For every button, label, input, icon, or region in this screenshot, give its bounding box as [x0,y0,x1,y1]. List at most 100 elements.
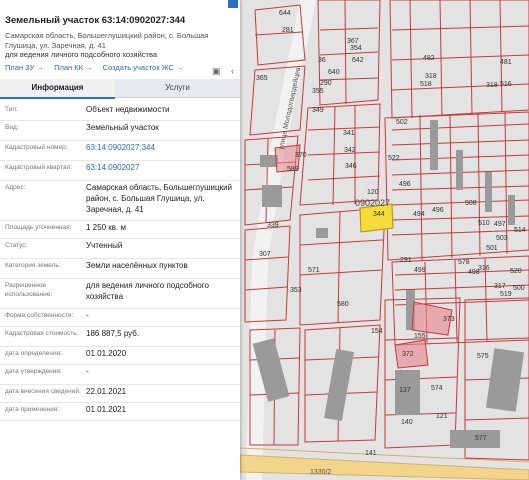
info-row: Тип: Объект недвижимости [0,102,240,121]
info-label: Кадастровый квартал: [5,164,73,171]
parcel-number: 503 [496,235,508,242]
panel-actions: ▣ ‹ [206,61,234,79]
parcel-number: 589 [287,166,299,173]
parcel-number: 316 [478,265,490,272]
info-row: Разрешенное использование: для ведения ли… [0,278,240,309]
parcel-number: 522 [388,155,400,162]
tab-information[interactable]: Информация [0,79,115,99]
parcel-number: 370 [295,152,307,159]
info-value: 186 887,5 руб. [86,329,140,338]
parcel-number: 640 [328,69,340,76]
info-value: Самарская область, Большеглушицкий район… [86,183,233,214]
parcel-number: 482 [423,55,435,62]
info-label: Адрес: [5,184,26,191]
parcel-number: 577 [475,435,487,442]
parcel-number: 571 [308,267,320,274]
parcel-number: 155 [414,333,426,340]
parcel-number: 318 [425,73,437,80]
parcel-number: 500 [513,285,525,292]
parcel-purpose: для ведения личного подсобного хозяйства [5,50,158,59]
parcel-number: 519 [500,291,512,298]
parcel-number: 367 [347,38,359,45]
parcel-number: 644 [279,10,291,17]
parcel-number: 120 [367,189,379,196]
info-label: дата применения: [5,406,60,413]
plan-kk-link[interactable]: План КК → [54,63,93,72]
parcel-number: 140 [401,419,413,426]
info-label: Разрешенное использование: [5,282,53,298]
create-parcel-link[interactable]: Создать участок ЖС → [103,63,184,72]
parcel-number: 574 [431,385,443,392]
info-row: дата внесения сведений: 22.01.2021 [0,384,240,403]
info-value-link[interactable]: 63:14:0902027:344 [86,142,236,153]
parcel-number: 514 [514,227,526,234]
info-value: 22.01.2021 [86,387,127,396]
parcel-number: 341 [343,130,355,137]
info-label: Форма собственности: [5,312,74,319]
info-value: Земельный участок [86,123,159,132]
info-label: Вид: [5,124,19,131]
collapse-icon[interactable]: ‹ [231,66,234,76]
parcel-number: 481 [500,59,512,66]
plan-links: План ЗУ → План КК → Создать участок ЖС → [5,63,192,72]
parcel-number: 317 [494,283,506,290]
parcel-number: 518 [420,81,432,88]
info-label: Кадастровый номер: [5,144,68,151]
parcel-number: 339 [267,222,279,229]
parcel-number: 580 [337,301,349,308]
road-label: 1330/2 [310,469,332,476]
info-label: Тип: [5,106,18,113]
tab-services[interactable]: Услуги [115,79,240,97]
info-value: - [86,311,89,320]
parcel-number: 510 [478,220,490,227]
info-value: Земли населённых пунктов [86,261,188,270]
info-row: дата утверждения: - [0,364,240,385]
parcel-number: 121 [436,413,448,420]
parcel-number: 291 [400,257,412,264]
parcel-number: 355 [312,88,324,95]
info-row: Категория земель: Земли населённых пункто… [0,258,240,279]
parcel-number: 578 [458,259,470,266]
info-row: Площадь уточненная: 1 250 кв. м [0,220,240,239]
panel-tabs: Информация Услуги [0,79,240,99]
parcel-number: 494 [413,211,425,218]
parcel-number: 290 [320,80,332,87]
info-value: 1 250 кв. м [86,223,126,232]
info-label: дата внесения сведений: [5,388,81,395]
parcel-number: 496 [432,207,444,214]
info-row: Форма собственности: - [0,308,240,327]
info-value: Учтенный [86,241,123,250]
parcel-title: Земельный участок 63:14:0902027:344 [5,15,186,26]
parcel-number: 372 [402,351,414,358]
parcel-number: 365 [256,75,268,82]
parcel-number: 137 [399,387,411,394]
info-row: Кадастровый номер: 63:14:0902027:344 [0,140,240,161]
info-row: Кадастровая стоимость: 186 887,5 руб. [0,326,240,347]
parcel-number: 344 [373,211,385,218]
info-value: 01.01.2021 [86,405,127,414]
parcel-number: 498 [468,269,480,276]
info-label: Кадастровая стоимость: [5,330,79,337]
parcel-number: 520 [510,268,522,275]
parcel-number: 496 [399,181,411,188]
parcel-number: 354 [350,45,362,52]
info-value: - [86,367,89,376]
bookmark-icon[interactable]: ▣ [212,66,221,77]
parcel-number: 516 [500,81,512,88]
parcel-number: 281 [282,27,294,34]
parcel-number: 353 [290,287,302,294]
plan-zu-link[interactable]: План ЗУ → [5,63,44,72]
selected-parcel-344[interactable] [359,203,394,233]
panel-top-bar [0,0,240,8]
parcel-number: 501 [486,245,498,252]
parcel-number: 499 [414,267,426,274]
info-value: для ведения личного подсобного хозяйства [86,281,209,301]
info-label: дата утверждения: [5,368,62,375]
block-label: 0902027 [355,198,390,208]
parcel-address: Самарская область, Большеглушицкий район… [5,31,209,50]
parcel-number: 141 [365,450,377,457]
parcel-number: 373 [443,316,455,323]
info-value-link[interactable]: 63:14:0902027 [86,162,236,173]
info-row: Кадастровый квартал: 63:14:0902027 [0,160,240,181]
parcel-number: 508 [465,200,477,207]
